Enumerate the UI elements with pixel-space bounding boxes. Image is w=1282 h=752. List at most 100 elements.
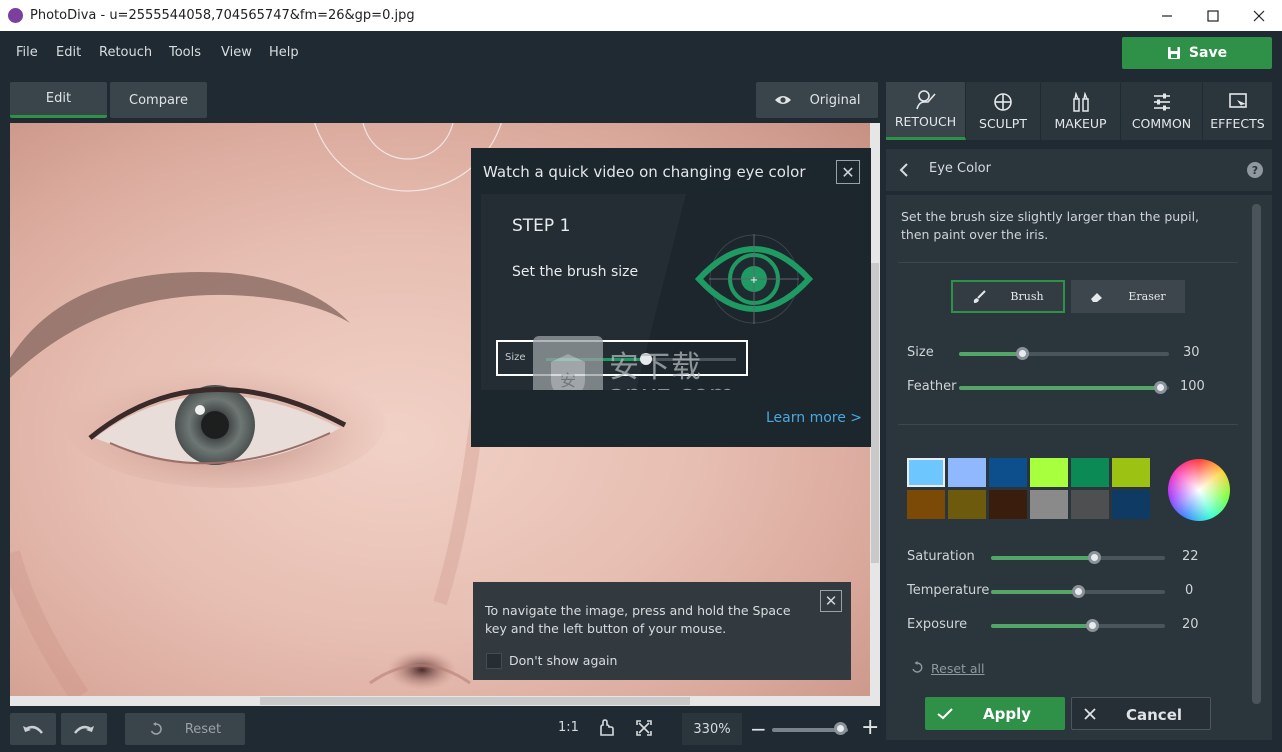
video-popup-title: Watch a quick video on changing eye colo… — [483, 163, 806, 181]
color-swatch[interactable] — [948, 458, 986, 487]
color-swatch[interactable] — [1112, 458, 1150, 487]
save-button[interactable]: Save — [1122, 37, 1272, 69]
canvas-vertical-scrollbar[interactable] — [870, 123, 880, 696]
dont-show-again-label[interactable]: Don't show again — [509, 653, 617, 668]
tab-common[interactable]: COMMON — [1121, 82, 1203, 140]
color-swatch[interactable] — [907, 490, 945, 519]
help-icon[interactable]: ? — [1247, 162, 1263, 178]
menu-retouch[interactable]: Retouch — [99, 45, 152, 60]
app-logo-icon — [8, 8, 23, 23]
color-swatch[interactable] — [948, 490, 986, 519]
tab-sculpt-label: SCULPT — [979, 115, 1027, 131]
menu-edit[interactable]: Edit — [56, 45, 81, 60]
color-swatch[interactable] — [1030, 458, 1068, 487]
feather-slider-knob[interactable] — [1154, 381, 1167, 394]
panel-header: Eye Color ? — [886, 149, 1272, 191]
redo-button[interactable] — [61, 713, 107, 745]
floppy-disk-icon — [1167, 47, 1180, 59]
menu-view[interactable]: View — [221, 45, 252, 60]
original-button[interactable]: Original — [756, 82, 878, 118]
feather-value: 100 — [1180, 379, 1205, 394]
title-bar: PhotoDiva - u=2555544058,704565747&fm=26… — [0, 0, 1282, 31]
color-swatch[interactable] — [1030, 490, 1068, 519]
brush-button[interactable]: Brush — [951, 280, 1065, 313]
tab-retouch[interactable]: RETOUCH — [886, 82, 966, 140]
temperature-label: Temperature — [907, 583, 990, 598]
tab-effects[interactable]: EFFECTS — [1203, 82, 1272, 140]
pan-hand-icon[interactable] — [597, 719, 615, 737]
video-step-text: Set the brush size — [512, 264, 639, 280]
vertical-scroll-thumb[interactable] — [871, 263, 879, 563]
color-swatch[interactable] — [989, 490, 1027, 519]
temperature-value: 0 — [1185, 583, 1194, 598]
feather-slider-fill — [959, 386, 1160, 390]
common-icon — [1153, 93, 1170, 110]
zoom-slider-knob[interactable] — [834, 722, 847, 735]
panel-title: Eye Color — [929, 161, 991, 176]
navigation-tip-close-button[interactable]: ✕ — [820, 590, 842, 612]
apply-label: Apply — [983, 705, 1032, 723]
fit-to-screen-icon[interactable] — [636, 720, 652, 736]
color-swatch[interactable] — [1071, 458, 1109, 487]
close-icon: ✕ — [841, 162, 855, 182]
learn-more-link[interactable]: Learn more > — [766, 410, 862, 426]
size-slider-fill — [959, 352, 1022, 356]
menu-file[interactable]: File — [16, 45, 38, 60]
actual-size-button[interactable]: 1:1 — [558, 720, 579, 735]
temperature-slider-fill — [991, 590, 1078, 594]
apply-button[interactable]: Apply — [925, 697, 1065, 730]
zoom-value[interactable]: 330% — [682, 713, 742, 745]
tab-compare[interactable]: Compare — [110, 82, 207, 118]
maximize-icon — [1207, 9, 1219, 22]
eye-icon — [774, 96, 791, 104]
zoom-out-button[interactable]: − — [750, 719, 767, 739]
save-label: Save — [1188, 45, 1228, 61]
eye-color-panel: Set the brush size slightly larger than … — [886, 195, 1272, 740]
close-window-button[interactable] — [1236, 0, 1282, 31]
tab-sculpt[interactable]: SCULPT — [966, 82, 1041, 140]
size-value: 30 — [1183, 345, 1200, 360]
close-icon — [1084, 708, 1096, 720]
navigation-tip-text: To navigate the image, press and hold th… — [485, 603, 791, 636]
color-swatch[interactable] — [989, 458, 1027, 487]
tab-edit[interactable]: Edit — [10, 82, 107, 118]
reset-button[interactable]: Reset — [125, 713, 245, 745]
exposure-slider-knob[interactable] — [1086, 619, 1099, 632]
divider — [898, 424, 1238, 425]
demo-slider-label: Size — [505, 352, 526, 363]
video-preview[interactable]: + STEP 1 Set the brush size Size 安 安下载 a… — [481, 194, 855, 390]
size-slider-knob[interactable] — [1016, 347, 1029, 360]
saturation-slider-fill — [991, 556, 1094, 560]
tool-tabs: RETOUCH SCULPT MAKEUP COMMON EFFECTS — [886, 82, 1272, 140]
tab-makeup[interactable]: MAKEUP — [1041, 82, 1121, 140]
undo-button[interactable] — [10, 713, 56, 745]
color-swatch[interactable] — [907, 458, 945, 487]
eraser-button[interactable]: Eraser — [1071, 280, 1185, 313]
exposure-label: Exposure — [907, 617, 968, 632]
temperature-slider-knob[interactable] — [1072, 585, 1085, 598]
panel-scrollbar[interactable] — [1252, 204, 1261, 704]
dont-show-again-checkbox[interactable] — [486, 653, 502, 669]
color-wheel[interactable] — [1168, 459, 1230, 521]
cancel-button[interactable]: Cancel — [1071, 697, 1211, 730]
maximize-button[interactable] — [1190, 0, 1236, 31]
zoom-in-button[interactable]: + — [861, 717, 879, 739]
reset-all-link[interactable]: Reset all — [931, 661, 985, 676]
exposure-value: 20 — [1182, 617, 1199, 632]
horizontal-scroll-thumb[interactable] — [260, 697, 690, 705]
divider — [898, 262, 1238, 263]
menu-tools[interactable]: Tools — [169, 45, 201, 60]
color-swatch[interactable] — [1071, 490, 1109, 519]
color-swatch[interactable] — [1112, 490, 1150, 519]
makeup-icon — [1072, 91, 1089, 112]
minimize-button[interactable] — [1144, 0, 1190, 31]
brush-label: Brush — [1010, 290, 1044, 303]
back-button[interactable] — [898, 162, 910, 178]
video-popup-close-button[interactable]: ✕ — [836, 160, 860, 184]
menu-help[interactable]: Help — [269, 45, 299, 60]
saturation-slider-knob[interactable] — [1088, 551, 1101, 564]
canvas-horizontal-scrollbar[interactable] — [10, 696, 880, 706]
watermark-logo: 安 — [533, 336, 603, 390]
svg-text:安: 安 — [560, 371, 576, 390]
tab-effects-label: EFFECTS — [1210, 115, 1265, 131]
